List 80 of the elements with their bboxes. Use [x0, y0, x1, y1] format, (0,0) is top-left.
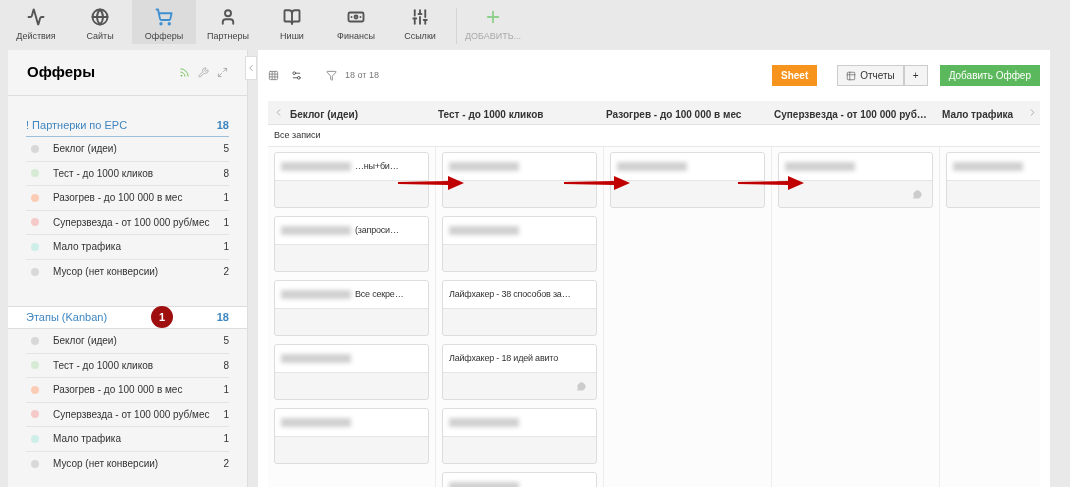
- nav-tab[interactable]: Ссылки: [388, 0, 452, 44]
- stage-item[interactable]: Суперзвезда - от 100 000 руб/мес 1: [26, 402, 229, 427]
- nav-tab[interactable]: Действия: [4, 0, 68, 44]
- group-count: 18: [216, 310, 229, 326]
- wrench-icon: [198, 67, 209, 78]
- nav-tab[interactable]: Офферы: [132, 0, 196, 44]
- redacted-text: [281, 354, 351, 363]
- redacted-text: [281, 418, 351, 427]
- offer-card[interactable]: …ны+би…: [274, 152, 429, 208]
- group-title: ! Партнерки по EPC: [26, 117, 128, 133]
- tools-icon: [291, 70, 302, 81]
- card-title: Все секре…: [355, 287, 404, 301]
- group-title: Этапы (Kanban): [26, 310, 108, 326]
- redacted-text: [281, 226, 351, 235]
- feed-icon: [179, 67, 190, 78]
- arrow-annotation: [398, 174, 466, 192]
- nav-tab[interactable]: Партнеры: [196, 0, 260, 44]
- stage-item[interactable]: Тест - до 1000 кликов 8: [26, 161, 229, 186]
- stage-item[interactable]: Разогрев - до 100 000 в мес 1: [26, 186, 229, 211]
- stage-item[interactable]: Мало трафика 1: [26, 427, 229, 452]
- comment-icon: [577, 381, 586, 391]
- comment-icon: [913, 189, 922, 199]
- stage-item[interactable]: Мусор (нет конверсии) 2: [26, 259, 229, 284]
- globe-icon: [91, 8, 109, 26]
- chevron-left-icon: [246, 63, 256, 73]
- redacted-text: [449, 418, 519, 427]
- reports-button[interactable]: Отчеты: [837, 65, 904, 86]
- card-title: …ны+би…: [355, 159, 399, 173]
- offer-card[interactable]: (запроси…: [274, 216, 429, 272]
- offer-card[interactable]: Все секре…: [274, 280, 429, 336]
- offer-card[interactable]: [610, 152, 765, 208]
- stage-item[interactable]: Тест - до 1000 кликов 8: [26, 353, 229, 378]
- offer-card[interactable]: Лайфхакер - 38 способов за…: [442, 280, 597, 336]
- arrow-annotation: [564, 174, 632, 192]
- offer-card[interactable]: Лайфхакер - 18 идей авито: [442, 344, 597, 400]
- stage-item[interactable]: Беклог (идеи) 5: [26, 137, 229, 162]
- book-icon: [283, 8, 301, 26]
- nav-tab[interactable]: Ниши: [260, 0, 324, 44]
- redacted-text: [953, 162, 1023, 171]
- group-count: 18: [216, 117, 229, 133]
- pulse-icon: [27, 8, 45, 26]
- card-title: (запроси…: [355, 223, 399, 237]
- filter-count: 18 от 18: [345, 68, 379, 82]
- nav-tab[interactable]: Сайты: [68, 0, 132, 44]
- redacted-text: [617, 162, 687, 171]
- redacted-text: [281, 162, 351, 171]
- offer-card[interactable]: [442, 152, 597, 208]
- collapse-button[interactable]: [245, 56, 257, 80]
- plus-icon: [484, 8, 502, 26]
- redacted-text: [449, 162, 519, 171]
- card-title: Лайфхакер - 38 способов за…: [449, 287, 571, 301]
- sliders-icon: [411, 8, 429, 26]
- filter-icon: [326, 70, 337, 81]
- column-header: Мало трафика: [942, 108, 1014, 120]
- arrow-annotation: [738, 174, 806, 192]
- redacted-text: [281, 290, 351, 299]
- column-header: Тест - до 1000 кликов: [438, 108, 544, 120]
- person-icon: [219, 8, 237, 26]
- row-label: Все записи: [273, 128, 321, 142]
- stage-item[interactable]: Беклог (идеи) 5: [26, 329, 229, 354]
- column-header: Беклог (идеи): [290, 108, 358, 120]
- sidebar-title: Офферы: [27, 62, 97, 83]
- stage-item[interactable]: Суперзвезда - от 100 000 руб/мес 1: [26, 210, 229, 235]
- column-header: Суперзвезда - от 100 000 руб…: [774, 108, 927, 120]
- group-header[interactable]: Этапы (Kanban) 1 18: [8, 306, 247, 329]
- group-header[interactable]: ! Партнерки по EPC 18: [26, 114, 229, 137]
- grid-icon: [268, 70, 279, 81]
- stage-item[interactable]: Разогрев - до 100 000 в мес 1: [26, 378, 229, 403]
- expand-icon: [217, 67, 228, 78]
- table-icon: [846, 70, 857, 81]
- plus-button[interactable]: +: [903, 65, 928, 86]
- cart-icon: [155, 8, 173, 26]
- column-header: Разогрев - до 100 000 в мес: [606, 108, 742, 120]
- redacted-text: [785, 162, 855, 171]
- redacted-text: [449, 226, 519, 235]
- card-title: Лайфхакер - 18 идей авито: [449, 351, 558, 365]
- stage-item[interactable]: Мусор (нет конверсии) 2: [26, 451, 229, 476]
- stage-item[interactable]: Мало трафика 1: [26, 235, 229, 260]
- step-badge: 1: [151, 306, 173, 328]
- nav-tab[interactable]: Финансы: [324, 0, 388, 44]
